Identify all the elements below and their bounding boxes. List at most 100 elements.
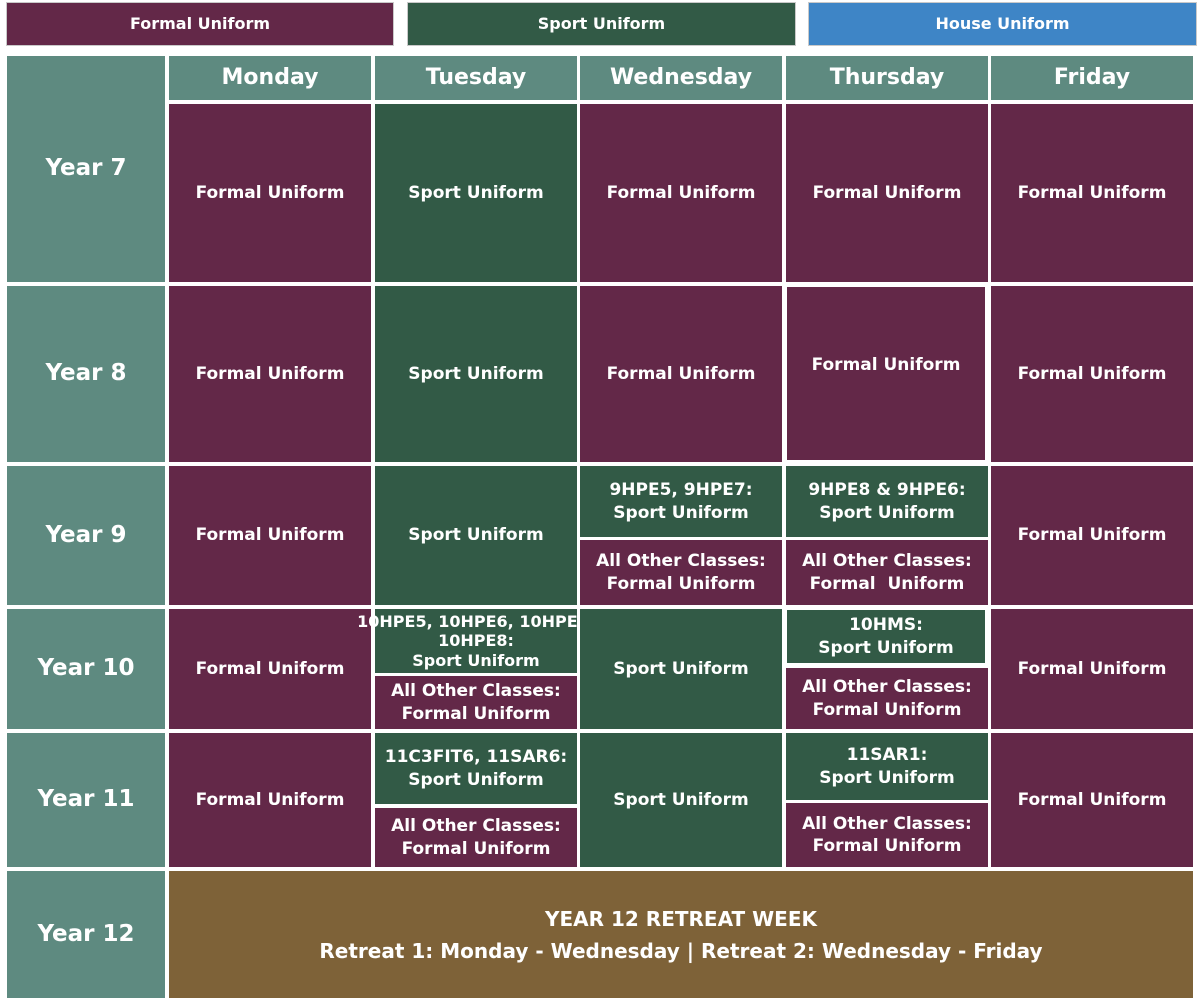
cell-text: Formal Uniform: [809, 573, 965, 594]
class-list: All Other Classes:: [391, 816, 561, 837]
class-list: All Other Classes:: [391, 681, 561, 702]
cell-text: Formal Uniform: [812, 836, 962, 856]
class-list: 10HPE5, 10HPE6, 10HPE7,: [357, 612, 595, 632]
day-label: Thursday: [829, 64, 945, 90]
cell-y11-thursday-sport: 11SAR1: Sport Uniform: [786, 733, 988, 800]
retreat-detail: Retreat 1: Monday - Wednesday | Retreat …: [319, 938, 1043, 963]
cell-y8-tuesday: Sport Uniform: [375, 286, 577, 462]
cell-text: Formal Uniform: [195, 363, 345, 384]
cell-text: Formal Uniform: [812, 182, 962, 203]
cell-text: Sport Uniform: [819, 502, 955, 523]
year-label: Year 11: [37, 786, 135, 813]
cell-text: Sport Uniform: [408, 769, 544, 790]
legend-formal: Formal Uniform: [6, 2, 394, 46]
cell-text: Formal Uniform: [606, 363, 756, 384]
cell-text: Formal Uniform: [195, 182, 345, 203]
cell-text: Formal Uniform: [811, 355, 961, 376]
cell-text: Formal Uniform: [812, 699, 962, 720]
cell-y11-wednesday: Sport Uniform: [580, 733, 782, 867]
class-list: All Other Classes:: [802, 551, 972, 572]
year-label: Year 9: [45, 521, 127, 548]
cell-y8-thursday: Formal Uniform: [787, 287, 985, 460]
cell-text: Sport Uniform: [408, 525, 544, 546]
cell-text: Formal Uniform: [195, 658, 345, 679]
cell-text: Formal Uniform: [1017, 182, 1167, 203]
legend-sport-label: Sport Uniform: [537, 13, 666, 33]
year-header-9: Year 9: [7, 466, 165, 605]
cell-y8-monday: Formal Uniform: [169, 286, 371, 462]
cell-text: Sport Uniform: [613, 789, 749, 810]
cell-y9-thursday-formal: All Other Classes: Formal Uniform: [786, 540, 988, 605]
cell-y11-tuesday-sport: 11C3FIT6, 11SAR6: Sport Uniform: [375, 733, 577, 804]
cell-y11-thursday-formal: All Other Classes: Formal Uniform: [786, 803, 988, 867]
cell-text: Formal Uniform: [401, 838, 551, 859]
cell-y10-tuesday-formal: All Other Classes: Formal Uniform: [375, 676, 577, 729]
cell-y7-wednesday: Formal Uniform: [580, 104, 782, 282]
cell-text: Sport Uniform: [819, 767, 955, 788]
cell-y7-thursday: Formal Uniform: [786, 104, 988, 282]
cell-y11-monday: Formal Uniform: [169, 733, 371, 867]
cell-y7-monday: Formal Uniform: [169, 104, 371, 282]
cell-text: Sport Uniform: [613, 658, 749, 679]
class-list: 10HMS:: [849, 615, 923, 636]
cell-y10-thursday-sport: 10HMS: Sport Uniform: [787, 610, 985, 663]
cell-text: Sport Uniform: [613, 502, 749, 523]
cell-y11-friday: Formal Uniform: [991, 733, 1193, 867]
cell-y7-tuesday: Sport Uniform: [375, 104, 577, 282]
class-list: All Other Classes:: [802, 677, 972, 698]
cell-text: Sport Uniform: [408, 363, 544, 384]
year12-retreat-banner: YEAR 12 RETREAT WEEK Retreat 1: Monday -…: [169, 871, 1193, 998]
class-list: 11SAR1:: [846, 745, 928, 766]
year-header-7: Year 7: [7, 56, 165, 282]
year-label: Year 10: [37, 655, 135, 682]
day-header-monday: Monday: [169, 56, 371, 100]
cell-y8-friday: Formal Uniform: [991, 286, 1193, 462]
legend-house: House Uniform: [808, 2, 1197, 46]
legend-sport: Sport Uniform: [407, 2, 796, 46]
cell-y10-wednesday: Sport Uniform: [580, 609, 782, 729]
cell-y7-friday: Formal Uniform: [991, 104, 1193, 282]
class-list: 9HPE8 & 9HPE6:: [808, 480, 966, 501]
cell-y9-wednesday-formal: All Other Classes: Formal Uniform: [580, 540, 782, 605]
legend-house-label: House Uniform: [935, 13, 1070, 33]
cell-y10-thursday-formal: All Other Classes: Formal Uniform: [786, 668, 988, 729]
cell-text: Formal Uniform: [1017, 658, 1167, 679]
cell-y10-friday: Formal Uniform: [991, 609, 1193, 729]
class-list: 10HPE8:: [438, 631, 514, 651]
cell-y9-friday: Formal Uniform: [991, 466, 1193, 605]
class-list: 11C3FIT6, 11SAR6:: [384, 747, 568, 768]
cell-text: Sport Uniform: [408, 182, 544, 203]
cell-text: Formal Uniform: [195, 525, 345, 546]
cell-text: Formal Uniform: [1017, 363, 1167, 384]
cell-text: Formal Uniform: [606, 573, 756, 594]
cell-text: Formal Uniform: [1017, 525, 1167, 546]
cell-y10-monday: Formal Uniform: [169, 609, 371, 729]
year-header-8: Year 8: [7, 286, 165, 462]
day-label: Wednesday: [609, 64, 753, 90]
class-list: All Other Classes:: [596, 551, 766, 572]
year-label: Year 12: [37, 920, 135, 947]
day-header-tuesday: Tuesday: [375, 56, 577, 100]
cell-y9-wednesday-sport: 9HPE5, 9HPE7: Sport Uniform: [580, 466, 782, 537]
day-label: Tuesday: [425, 64, 527, 90]
cell-text: Formal Uniform: [1017, 789, 1167, 810]
cell-y9-tuesday: Sport Uniform: [375, 466, 577, 605]
year-header-10: Year 10: [7, 609, 165, 729]
cell-text: Sport Uniform: [818, 637, 954, 658]
legend-formal-label: Formal Uniform: [129, 13, 271, 33]
year-label: Year 8: [45, 360, 127, 387]
cell-y10-tuesday-sport: 10HPE5, 10HPE6, 10HPE7, 10HPE8: Sport Un…: [357, 609, 595, 673]
cell-y11-tuesday-formal: All Other Classes: Formal Uniform: [375, 808, 577, 867]
cell-y9-thursday-sport: 9HPE8 & 9HPE6: Sport Uniform: [786, 466, 988, 537]
cell-text: Sport Uniform: [412, 650, 540, 670]
day-label: Monday: [221, 64, 319, 90]
day-header-wednesday: Wednesday: [580, 56, 782, 100]
class-list: 9HPE5, 9HPE7:: [609, 480, 753, 501]
cell-text: Formal Uniform: [606, 182, 756, 203]
day-label: Friday: [1053, 64, 1131, 90]
year-header-11: Year 11: [7, 733, 165, 867]
cell-y9-monday: Formal Uniform: [169, 466, 371, 605]
cell-y8-wednesday: Formal Uniform: [580, 286, 782, 462]
class-list: All Other Classes:: [802, 813, 972, 834]
retreat-title: YEAR 12 RETREAT WEEK: [545, 906, 817, 931]
